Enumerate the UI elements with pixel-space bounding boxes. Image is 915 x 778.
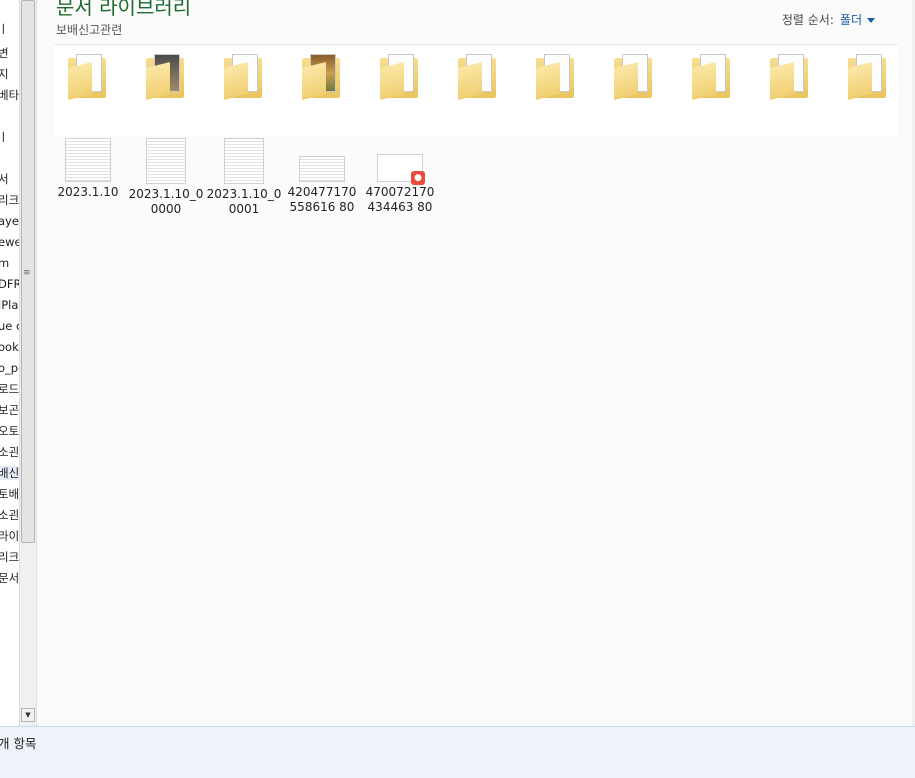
nav-item[interactable]: ㅣ: [0, 130, 9, 144]
nav-item[interactable]: 리크: [0, 550, 19, 564]
header-divider: [54, 44, 898, 45]
folder-icon[interactable]: [302, 54, 342, 100]
nav-item[interactable]: ㅣ: [0, 22, 9, 36]
nav-item[interactable]: 로드: [0, 382, 19, 396]
video-thumbnail: ●: [377, 154, 425, 185]
folder-icon[interactable]: [536, 54, 576, 100]
nav-item[interactable]: 서: [0, 172, 9, 186]
nav-item[interactable]: 소괸: [0, 445, 19, 459]
sort-label: 정렬 순서:: [781, 13, 834, 27]
file-item[interactable]: 2023.1.10: [50, 138, 126, 200]
grip-icon: ≡: [23, 268, 31, 278]
image-thumbnail: [65, 138, 111, 182]
nav-item[interactable]: lPla: [0, 298, 18, 312]
nav-item[interactable]: ook: [0, 340, 19, 354]
folder-icon[interactable]: [146, 54, 186, 100]
nav-item[interactable]: 오토: [0, 424, 19, 438]
library-view: 문서 라이브러리 보배신고관련 정렬 순서: 폴더 2023.1.10 2023.…: [37, 0, 915, 726]
folder-icon[interactable]: [68, 54, 108, 100]
nav-item[interactable]: 보곤: [0, 403, 19, 417]
nav-item[interactable]: 베타: [0, 88, 19, 102]
nav-scrollbar[interactable]: ≡ ▼: [19, 0, 37, 726]
video-player-icon: ●: [411, 171, 425, 185]
file-item[interactable]: 420477170558616 80: [284, 138, 360, 215]
item-count-text: 개 항목: [0, 736, 37, 751]
folder-icon[interactable]: [614, 54, 654, 100]
nav-item[interactable]: 소괸: [0, 508, 19, 522]
document-thumbnail: [224, 138, 264, 184]
folder-icon[interactable]: [848, 54, 888, 100]
file-name: 2023.1.10_00001: [206, 187, 282, 216]
file-name: 2023.1.10_00000: [128, 187, 204, 216]
folder-icon[interactable]: [380, 54, 420, 100]
document-thumbnail: [146, 138, 186, 184]
library-subtitle: 보배신고관련: [56, 23, 123, 37]
folder-row: [54, 46, 898, 136]
nav-item[interactable]: 토배: [0, 487, 19, 501]
folder-icon[interactable]: [692, 54, 732, 100]
folder-icon[interactable]: [458, 54, 498, 100]
scroll-down-button[interactable]: ▼: [21, 708, 35, 722]
library-title: 문서 라이브러리: [56, 0, 192, 19]
file-name: 470072170434463 80: [365, 185, 435, 214]
file-item[interactable]: 2023.1.10_00000: [128, 138, 204, 217]
folder-icon[interactable]: [224, 54, 264, 100]
folder-icon[interactable]: [770, 54, 810, 100]
nav-item-selected[interactable]: 배신: [0, 466, 20, 480]
nav-item[interactable]: m: [0, 256, 9, 270]
sort-value[interactable]: 폴더: [840, 13, 862, 27]
nav-item[interactable]: 리크: [0, 193, 19, 207]
nav-item[interactable]: 라이: [0, 529, 19, 543]
status-bar: 개 항목: [0, 726, 915, 778]
image-thumbnail: [299, 156, 345, 182]
dropdown-arrow-icon[interactable]: [867, 18, 875, 23]
nav-item[interactable]: 변: [0, 46, 9, 60]
sort-control[interactable]: 정렬 순서: 폴더: [782, 11, 875, 28]
nav-item[interactable]: 지: [0, 67, 9, 81]
file-item[interactable]: ● 470072170434463 80: [362, 138, 438, 215]
file-name: 420477170558616 80: [287, 185, 357, 214]
file-name: 2023.1.10: [57, 185, 119, 199]
nav-item[interactable]: 문서: [0, 571, 19, 585]
file-item[interactable]: 2023.1.10_00001: [206, 138, 282, 217]
